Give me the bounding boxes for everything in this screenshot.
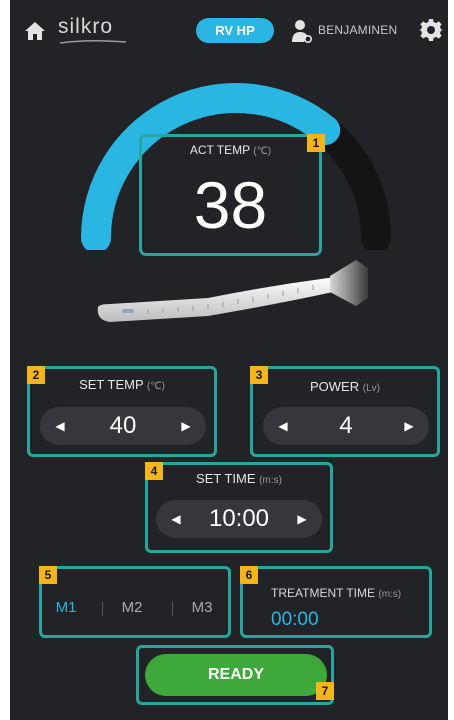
mode-divider: [172, 602, 173, 616]
ready-button[interactable]: READY: [145, 654, 327, 696]
treatment-time-label: TREATMENT TIME (m:s): [271, 586, 401, 600]
mode-divider: [102, 602, 103, 616]
set-temp-label: SET TEMP (℃): [30, 377, 214, 392]
set-time-panel: SET TIME (m:s) ◀ 10:00 ▶: [145, 462, 333, 553]
set-time-label: SET TIME (m:s): [148, 471, 330, 486]
callout-badge-6: 6: [240, 566, 258, 584]
app-screen: silkro RV HP BENJAMINEN ACT TEMP (℃) 38 …: [10, 0, 448, 720]
user-name[interactable]: BENJAMINEN: [318, 23, 397, 37]
logo-swoosh: [59, 39, 127, 44]
gear-icon[interactable]: [419, 18, 443, 42]
mode-m3-button[interactable]: M3: [182, 599, 222, 616]
treatment-time-panel: TREATMENT TIME (m:s) 00:00: [240, 566, 432, 638]
set-temp-label-text: SET TEMP: [79, 377, 144, 392]
act-temp-panel: ACT TEMP (℃) 38: [139, 134, 322, 256]
act-temp-value: 38: [193, 168, 268, 242]
set-time-increase-button[interactable]: ▶: [290, 500, 314, 538]
callout-badge-5: 5: [39, 566, 57, 584]
mode-m1-button[interactable]: M1: [46, 599, 86, 616]
treatment-time-unit: (m:s): [378, 589, 402, 600]
callout-badge-1: 1: [307, 134, 325, 152]
callout-badge-3: 3: [250, 366, 268, 384]
power-panel: POWER (Lv) ◀ 4 ▶: [250, 366, 440, 457]
power-stepper: ◀ 4 ▶: [263, 407, 429, 445]
mode-selector: M1 M2 M3: [42, 599, 228, 623]
set-temp-stepper: ◀ 40 ▶: [40, 407, 206, 445]
act-temp-label-text: ACT TEMP: [189, 143, 250, 157]
treatment-time-value: 00:00: [271, 609, 319, 630]
treatment-time-label-text: TREATMENT TIME: [271, 586, 376, 600]
set-temp-panel: SET TEMP (℃) ◀ 40 ▶: [27, 366, 217, 457]
handpiece-image: [97, 260, 368, 322]
act-temp-label: ACT TEMP (℃): [142, 143, 319, 157]
header-bar: silkro RV HP BENJAMINEN: [10, 0, 448, 62]
callout-badge-7: 7: [316, 682, 334, 700]
device-mode-badge[interactable]: RV HP: [196, 18, 274, 43]
mode-selector-panel: M1 M2 M3: [39, 566, 231, 638]
user-icon[interactable]: [290, 18, 314, 44]
mode-m2-button[interactable]: M2: [112, 599, 152, 616]
power-increase-button[interactable]: ▶: [397, 407, 421, 445]
power-label-text: POWER: [310, 379, 360, 394]
set-time-unit: (m:s): [259, 475, 282, 486]
set-temp-unit: (℃): [147, 381, 165, 392]
home-icon[interactable]: [24, 20, 46, 42]
power-label: POWER (Lv): [253, 379, 437, 394]
power-unit: (Lv): [362, 383, 380, 394]
app-logo: silkro: [58, 15, 114, 38]
ready-panel: READY: [136, 645, 334, 705]
set-temp-increase-button[interactable]: ▶: [174, 407, 198, 445]
callout-badge-4: 4: [145, 462, 163, 480]
callout-badge-2: 2: [27, 366, 45, 384]
set-time-stepper: ◀ 10:00 ▶: [156, 500, 322, 538]
set-time-label-text: SET TIME: [196, 471, 256, 486]
act-temp-unit: (℃): [253, 146, 272, 157]
